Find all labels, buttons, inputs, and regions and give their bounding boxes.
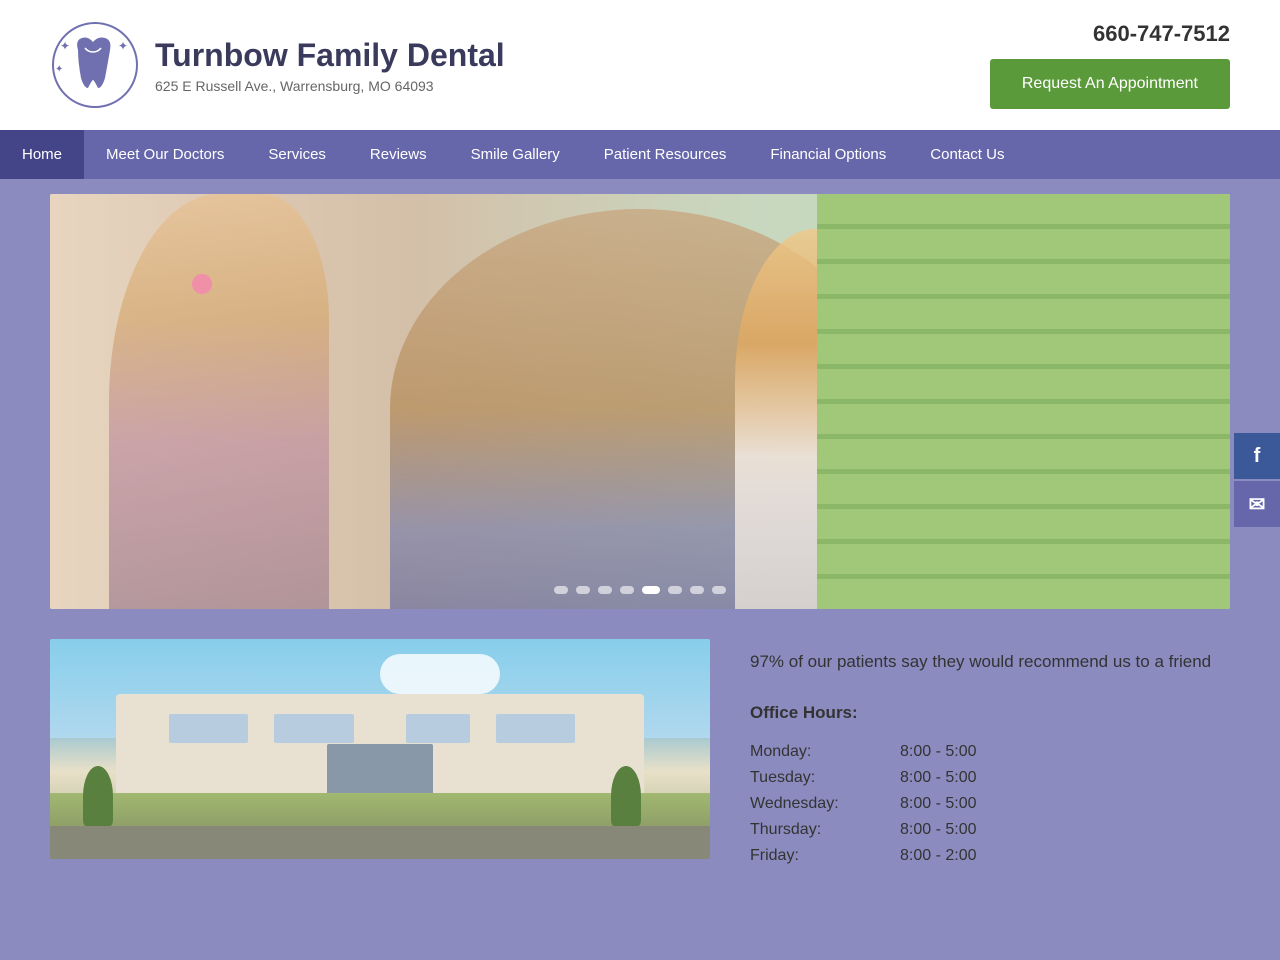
dot-2[interactable] <box>576 586 590 594</box>
ribbon-right <box>858 254 876 272</box>
office-hours-title: Office Hours: <box>750 703 1230 723</box>
figure-right <box>735 229 935 609</box>
hours-time-thursday: 8:00 - 5:00 <box>880 817 977 843</box>
site-address: 625 E Russell Ave., Warrensburg, MO 6409… <box>155 78 505 94</box>
facebook-button[interactable]: f <box>1234 433 1280 479</box>
main-nav: Home Meet Our Doctors Services Reviews S… <box>0 130 1280 179</box>
email-icon: ✉ <box>1249 492 1266 517</box>
slider-dots <box>554 586 726 594</box>
hours-time-monday: 8:00 - 5:00 <box>880 739 977 765</box>
office-image <box>50 639 710 859</box>
nav-item-services[interactable]: Services <box>246 130 348 179</box>
hours-time-wednesday: 8:00 - 5:00 <box>880 791 977 817</box>
nav-item-patient-resources[interactable]: Patient Resources <box>582 130 749 179</box>
hours-day-monday: Monday: <box>750 739 880 765</box>
main-content: 97% of our patients say they would recom… <box>50 639 1230 909</box>
hours-day-tuesday: Tuesday: <box>750 765 880 791</box>
facebook-icon: f <box>1254 445 1261 468</box>
hours-day-wednesday: Wednesday: <box>750 791 880 817</box>
testimonial-text: 97% of our patients say they would recom… <box>750 649 1230 675</box>
header-right: 660-747-7512 Request An Appointment <box>990 21 1230 109</box>
dot-4[interactable] <box>620 586 634 594</box>
parking <box>50 826 710 859</box>
hero-image <box>50 194 1230 609</box>
appointment-button[interactable]: Request An Appointment <box>990 59 1230 109</box>
nav-item-financial[interactable]: Financial Options <box>748 130 908 179</box>
nav-item-doctors[interactable]: Meet Our Doctors <box>84 130 246 179</box>
hours-row-wednesday: Wednesday: 8:00 - 5:00 <box>750 791 977 817</box>
hours-day-friday: Friday: <box>750 843 880 869</box>
svg-text:✦: ✦ <box>55 64 63 75</box>
nav-item-reviews[interactable]: Reviews <box>348 130 449 179</box>
social-sidebar: f ✉ <box>1234 433 1280 527</box>
hours-time-tuesday: 8:00 - 5:00 <box>880 765 977 791</box>
nav-item-home[interactable]: Home <box>0 130 84 179</box>
ribbon-left <box>192 274 212 294</box>
hours-table: Monday: 8:00 - 5:00 Tuesday: 8:00 - 5:00… <box>750 739 977 869</box>
dot-1[interactable] <box>554 586 568 594</box>
hours-time-friday: 8:00 - 2:00 <box>880 843 977 869</box>
phone-number: 660-747-7512 <box>1093 21 1230 47</box>
dot-6[interactable] <box>668 586 682 594</box>
building <box>116 694 644 793</box>
email-button[interactable]: ✉ <box>1234 481 1280 527</box>
header: ✦ ✦ ✦ Turnbow Family Dental 625 E Russel… <box>0 0 1280 130</box>
info-panel: 97% of our patients say they would recom… <box>750 639 1230 869</box>
hours-row-tuesday: Tuesday: 8:00 - 5:00 <box>750 765 977 791</box>
hours-row-monday: Monday: 8:00 - 5:00 <box>750 739 977 765</box>
svg-text:✦: ✦ <box>118 39 128 53</box>
dot-8[interactable] <box>712 586 726 594</box>
figure-left <box>109 194 329 609</box>
logo-area: ✦ ✦ ✦ Turnbow Family Dental 625 E Russel… <box>50 20 505 110</box>
hours-row-thursday: Thursday: 8:00 - 5:00 <box>750 817 977 843</box>
logo-icon: ✦ ✦ ✦ <box>50 20 140 110</box>
site-name: Turnbow Family Dental <box>155 37 505 74</box>
svg-text:✦: ✦ <box>60 39 70 53</box>
logo-text: Turnbow Family Dental 625 E Russell Ave.… <box>155 37 505 94</box>
hours-day-thursday: Thursday: <box>750 817 880 843</box>
clouds <box>380 654 500 694</box>
nav-item-gallery[interactable]: Smile Gallery <box>449 130 582 179</box>
hero-slider <box>50 194 1230 609</box>
hours-row-friday: Friday: 8:00 - 2:00 <box>750 843 977 869</box>
dot-5[interactable] <box>642 586 660 594</box>
dot-7[interactable] <box>690 586 704 594</box>
nav-item-contact[interactable]: Contact Us <box>908 130 1026 179</box>
dot-3[interactable] <box>598 586 612 594</box>
